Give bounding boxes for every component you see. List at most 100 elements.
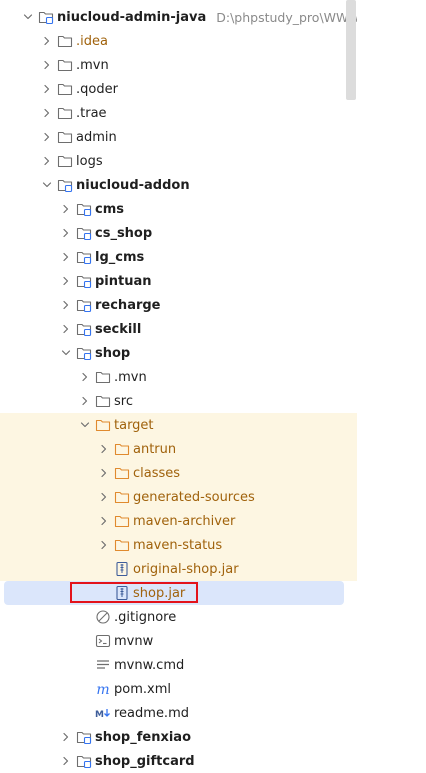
tree-node-label: logs [76, 153, 103, 169]
jar-file-icon [114, 585, 130, 601]
tree-node-shop-fenxiao[interactable]: shop_fenxiao [0, 725, 357, 749]
tree-node-label: .qoder [76, 81, 118, 97]
tree-node-label: admin [76, 129, 117, 145]
tree-node-pintuan[interactable]: pintuan [0, 269, 357, 293]
chevron-right-icon[interactable] [58, 753, 74, 769]
chevron-right-icon[interactable] [58, 201, 74, 217]
chevron-right-icon[interactable] [39, 129, 55, 145]
chevron-right-icon[interactable] [39, 57, 55, 73]
project-path-hint: D:\phpstudy_pro\WWW\niucloud [216, 9, 357, 25]
tree-node-label: recharge [95, 297, 161, 313]
chevron-right-icon[interactable] [39, 33, 55, 49]
chevron-right-icon[interactable] [96, 441, 112, 457]
chevron-right-icon[interactable] [58, 321, 74, 337]
tree-node-label: .mvn [76, 57, 109, 73]
folder-icon [57, 33, 73, 49]
chevron-right-icon[interactable] [96, 465, 112, 481]
tree-node-pom-xml[interactable]: m pom.xml [0, 677, 357, 701]
chevron-down-icon[interactable] [39, 177, 55, 193]
module-folder-icon [76, 201, 92, 217]
tree-node-niucloud-addon[interactable]: niucloud-addon [0, 173, 357, 197]
chevron-down-icon[interactable] [20, 9, 36, 25]
module-folder-icon [76, 321, 92, 337]
tree-node-maven-status[interactable]: maven-status [0, 533, 357, 557]
chevron-right-icon[interactable] [58, 249, 74, 265]
tree-node-label: maven-archiver [133, 513, 236, 529]
chevron-right-icon[interactable] [39, 105, 55, 121]
chevron-right-icon[interactable] [58, 297, 74, 313]
chevron-down-icon[interactable] [77, 417, 93, 433]
tree-node-original-shop-jar[interactable]: original-shop.jar [0, 557, 357, 581]
chevron-right-icon[interactable] [58, 273, 74, 289]
tree-node-target[interactable]: target [0, 413, 357, 437]
tree-node-seckill[interactable]: seckill [0, 317, 357, 341]
tree-node-shop[interactable]: shop [0, 341, 357, 365]
text-file-icon [95, 657, 111, 673]
tree-node-maven-archiver[interactable]: maven-archiver [0, 509, 357, 533]
chevron-right-icon[interactable] [77, 393, 93, 409]
tree-node-mvnw[interactable]: mvnw [0, 629, 357, 653]
tree-node-label: shop [95, 345, 131, 361]
module-folder-icon [76, 729, 92, 745]
tree-node-label: lg_cms [95, 249, 145, 265]
tree-node-cs-shop[interactable]: cs_shop [0, 221, 357, 245]
chevron-right-icon[interactable] [58, 729, 74, 745]
tree-node-label: classes [133, 465, 181, 481]
chevron-right-icon[interactable] [39, 81, 55, 97]
tree-node-gitignore[interactable]: .gitignore [0, 605, 357, 629]
module-folder-icon [57, 177, 73, 193]
tree-node-logs[interactable]: logs [0, 149, 357, 173]
tree-node-mvn-root[interactable]: .mvn [0, 53, 357, 77]
chevron-right-icon[interactable] [96, 537, 112, 553]
tree-node-label: .trae [76, 105, 107, 121]
tree-node-shop-jar[interactable]: shop.jar [4, 581, 344, 605]
chevron-right-icon[interactable] [96, 489, 112, 505]
tree-node-label: pom.xml [114, 681, 171, 697]
tree-node-shop-giftcard[interactable]: shop_giftcard [0, 749, 357, 773]
tree-node-label: src [114, 393, 133, 409]
excluded-folder-icon [95, 417, 111, 433]
excluded-folder-icon [114, 537, 130, 553]
tree-node-classes[interactable]: classes [0, 461, 357, 485]
chevron-down-icon[interactable] [58, 345, 74, 361]
tree-node-qoder[interactable]: .qoder [0, 77, 357, 101]
tree-node-src[interactable]: src [0, 389, 357, 413]
jar-file-icon [114, 561, 130, 577]
chevron-right-icon[interactable] [96, 513, 112, 529]
shell-script-icon [95, 633, 111, 649]
tree-node-generated-sources[interactable]: generated-sources [0, 485, 357, 509]
tree-node-mvn-shop[interactable]: .mvn [0, 365, 357, 389]
tree-node-label: .gitignore [114, 609, 177, 625]
module-folder-icon [76, 345, 92, 361]
tree-node-label: shop.jar [133, 585, 186, 601]
tree-node-niucloud-admin-java[interactable]: niucloud-admin-java D:\phpstudy_pro\WWW\n… [0, 5, 357, 29]
module-folder-icon [76, 753, 92, 769]
tree-node-label: shop_giftcard [95, 753, 195, 769]
tree-node-idea[interactable]: .idea [0, 29, 357, 53]
tree-node-label: target [114, 417, 154, 433]
excluded-folder-icon [114, 441, 130, 457]
tree-node-mvnw-cmd[interactable]: mvnw.cmd [0, 653, 357, 677]
tree-node-label: generated-sources [133, 489, 255, 505]
maven-file-icon: m [95, 681, 111, 697]
folder-icon [57, 57, 73, 73]
chevron-right-icon[interactable] [39, 153, 55, 169]
excluded-folder-icon [114, 489, 130, 505]
tree-node-readme-md[interactable]: Mreadme.md [0, 701, 357, 725]
tree-scrollbar[interactable] [346, 0, 356, 100]
tree-node-label: antrun [133, 441, 177, 457]
tree-node-lg-cms[interactable]: lg_cms [0, 245, 357, 269]
svg-text:M: M [95, 710, 104, 720]
tree-node-admin[interactable]: admin [0, 125, 357, 149]
chevron-right-icon[interactable] [58, 225, 74, 241]
tree-node-label: niucloud-admin-java [57, 9, 207, 25]
excluded-folder-icon [114, 465, 130, 481]
svg-text:m: m [96, 682, 109, 697]
tree-node-label: maven-status [133, 537, 223, 553]
tree-node-recharge[interactable]: recharge [0, 293, 357, 317]
chevron-right-icon[interactable] [77, 369, 93, 385]
folder-icon [57, 153, 73, 169]
tree-node-antrun[interactable]: antrun [0, 437, 357, 461]
tree-node-cms[interactable]: cms [0, 197, 357, 221]
tree-node-trae[interactable]: .trae [0, 101, 357, 125]
